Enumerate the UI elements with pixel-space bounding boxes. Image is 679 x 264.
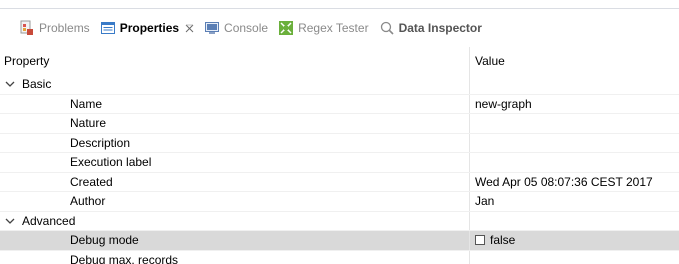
problems-icon <box>20 20 33 35</box>
group-cell-basic: Basic <box>0 75 470 94</box>
property-value-cell[interactable] <box>470 134 679 153</box>
property-name: Execution label <box>70 155 152 170</box>
console-icon <box>205 22 220 34</box>
group-cell-advanced: Advanced <box>0 211 470 230</box>
properties-view: Problems Properties Console Regex Tester… <box>0 0 679 264</box>
property-value-cell[interactable] <box>470 153 679 172</box>
property-value-cell[interactable]: new-graph <box>470 95 679 114</box>
group-label: Advanced <box>22 213 76 228</box>
tab-console-label: Console <box>224 21 269 35</box>
view-top-edge <box>0 0 679 9</box>
property-name: Debug max. records <box>70 252 179 264</box>
property-value: Wed Apr 05 08:07:36 CEST 2017 <box>475 174 653 189</box>
table-row[interactable]: Execution label <box>0 153 679 173</box>
property-name-cell: Nature <box>0 114 470 133</box>
property-value: Jan <box>475 194 495 209</box>
property-name-cell: Author <box>0 192 470 211</box>
property-name-cell: Debug mode <box>0 231 470 250</box>
column-header-property-label: Property <box>4 54 50 68</box>
table-row[interactable]: Created Wed Apr 05 08:07:36 CEST 2017 <box>0 172 679 192</box>
table-row[interactable]: Nature <box>0 114 679 134</box>
property-name: Description <box>70 135 131 150</box>
table-row[interactable]: Description <box>0 133 679 153</box>
group-row-advanced[interactable]: Advanced <box>0 211 679 231</box>
property-name-cell: Execution label <box>0 153 470 172</box>
property-value-cell[interactable]: Jan <box>470 192 679 211</box>
table-row-selected[interactable]: Debug mode false <box>0 231 679 251</box>
group-row-basic[interactable]: Basic <box>0 75 679 95</box>
group-value-cell <box>470 212 679 231</box>
group-value-cell <box>470 75 679 94</box>
column-header-property[interactable]: Property <box>0 47 470 75</box>
group-label: Basic <box>22 77 52 92</box>
table-header: Property Value <box>0 47 679 75</box>
property-value-cell[interactable]: Wed Apr 05 08:07:36 CEST 2017 <box>470 173 679 192</box>
table-row[interactable]: Debug max. records <box>0 250 679 264</box>
chevron-down-icon[interactable] <box>4 215 16 227</box>
view-tab-bar: Problems Properties Console Regex Tester… <box>0 9 679 47</box>
column-header-value-label: Value <box>475 54 505 68</box>
chevron-down-icon[interactable] <box>4 78 16 90</box>
search-icon <box>380 21 394 35</box>
tab-properties-label: Properties <box>119 21 180 35</box>
properties-icon <box>100 22 115 34</box>
property-name-cell: Created <box>0 172 470 191</box>
property-name-cell: Debug max. records <box>0 250 470 264</box>
tab-properties[interactable]: Properties <box>95 16 199 40</box>
property-name: Nature <box>70 116 107 131</box>
properties-table: Property Value Basic Name new-graph Natu… <box>0 47 679 264</box>
regex-tester-icon <box>279 21 294 35</box>
tab-problems-label: Problems <box>39 21 90 35</box>
property-name: Name <box>70 96 103 111</box>
property-name-cell: Name <box>0 94 470 113</box>
close-icon[interactable] <box>185 24 194 33</box>
property-value-cell[interactable] <box>470 251 679 264</box>
tab-data-inspector-label: Data Inspector <box>398 21 482 35</box>
tab-data-inspector[interactable]: Data Inspector <box>374 16 487 40</box>
column-header-value[interactable]: Value <box>470 47 679 75</box>
property-value-cell[interactable]: false <box>470 231 679 250</box>
property-name-cell: Description <box>0 133 470 152</box>
tab-regex-tester[interactable]: Regex Tester <box>273 16 373 40</box>
tab-console[interactable]: Console <box>199 16 273 40</box>
property-value: new-graph <box>475 96 532 111</box>
table-row[interactable]: Author Jan <box>0 192 679 212</box>
tab-problems[interactable]: Problems <box>14 16 95 40</box>
property-name: Author <box>70 194 106 209</box>
property-value-cell[interactable] <box>470 114 679 133</box>
tab-regex-tester-label: Regex Tester <box>298 21 369 35</box>
property-name: Created <box>70 174 113 189</box>
debug-mode-checkbox[interactable] <box>475 235 485 246</box>
property-name: Debug mode <box>70 233 139 248</box>
property-value: false <box>490 233 516 248</box>
table-row[interactable]: Name new-graph <box>0 94 679 114</box>
